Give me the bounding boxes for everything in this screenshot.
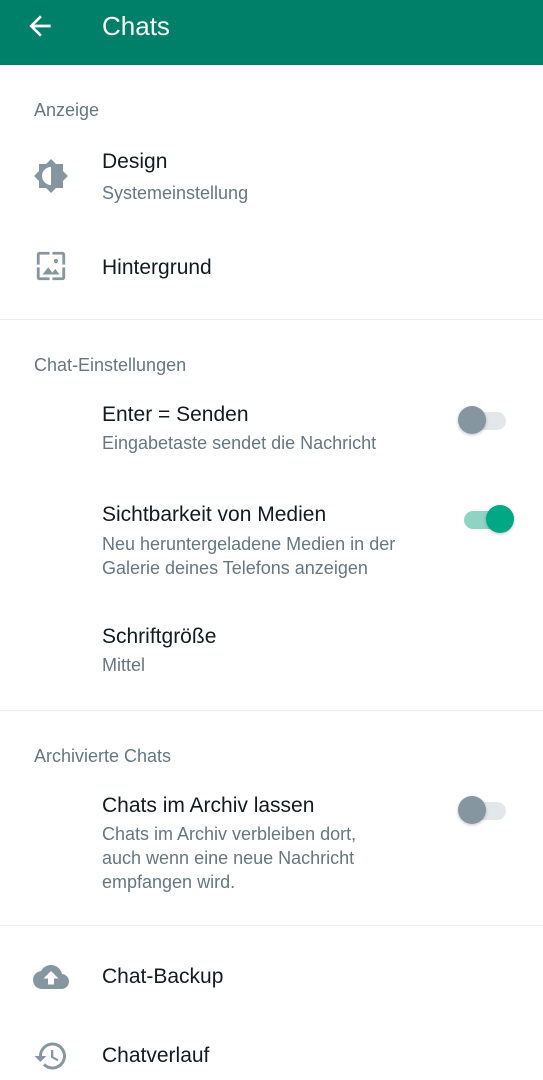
toggle-knob (458, 406, 486, 434)
media-visibility-toggle[interactable] (458, 502, 516, 533)
setting-chat-backup[interactable]: Chat-Backup (0, 940, 543, 1014)
section-title-chat-settings: Chat-Einstellungen (34, 355, 187, 375)
divider (0, 710, 543, 711)
enter-send-title: Enter = Senden (102, 403, 249, 426)
section-title-archived: Archivierte Chats (34, 746, 172, 766)
chat-history-title: Chatverlauf (102, 1044, 210, 1067)
divider (0, 319, 543, 320)
design-subtitle: Systemeinstellung (102, 183, 249, 203)
section-title-display: Anzeige (34, 100, 100, 120)
divider (0, 925, 543, 926)
arrow-left-icon[interactable] (24, 10, 56, 42)
toggle-knob (486, 505, 514, 533)
font-size-subtitle: Mittel (102, 655, 146, 675)
keep-archived-subtitle-line3: empfangen wird. (102, 872, 236, 892)
media-visibility-title: Sichtbarkeit von Medien (102, 503, 327, 526)
toggle-knob (458, 796, 486, 824)
keep-archived-subtitle-line2: auch wenn eine neue Nachricht (102, 848, 355, 868)
enter-send-subtitle: Eingabetaste sendet die Nachricht (102, 433, 377, 453)
setting-design[interactable]: Design Systemeinstellung (0, 135, 543, 217)
setting-media-visibility[interactable]: Sichtbarkeit von Medien Neu heruntergela… (0, 490, 543, 590)
wallpaper-icon (36, 251, 66, 281)
cloud-upload-icon (33, 965, 69, 989)
app-bar: Chats (0, 0, 543, 65)
media-visibility-subtitle-line2: Galerie deines Telefons anzeigen (102, 558, 368, 578)
keep-archived-title: Chats im Archiv lassen (102, 794, 315, 817)
design-title: Design (102, 150, 168, 173)
setting-chat-history[interactable]: Chatverlauf (0, 1020, 543, 1080)
media-visibility-subtitle-line1: Neu heruntergeladene Medien in der (102, 534, 396, 554)
setting-font-size[interactable]: Schriftgröße Mittel (0, 610, 543, 692)
setting-keep-archived[interactable]: Chats im Archiv lassen Chats im Archiv v… (0, 782, 543, 907)
enter-send-toggle[interactable] (458, 403, 516, 434)
setting-enter-send[interactable]: Enter = Senden Eingabetaste sendet die N… (0, 390, 543, 470)
history-icon (34, 1042, 66, 1070)
keep-archived-toggle[interactable] (458, 793, 516, 824)
keep-archived-subtitle-line1: Chats im Archiv verbleiben dort, (102, 824, 357, 844)
chat-backup-title: Chat-Backup (102, 965, 224, 988)
wallpaper-title: Hintergrund (102, 256, 212, 279)
setting-wallpaper[interactable]: Hintergrund (0, 230, 543, 304)
page-title: Chats (102, 11, 170, 41)
font-size-title: Schriftgröße (102, 625, 217, 648)
brightness-icon (34, 159, 68, 193)
